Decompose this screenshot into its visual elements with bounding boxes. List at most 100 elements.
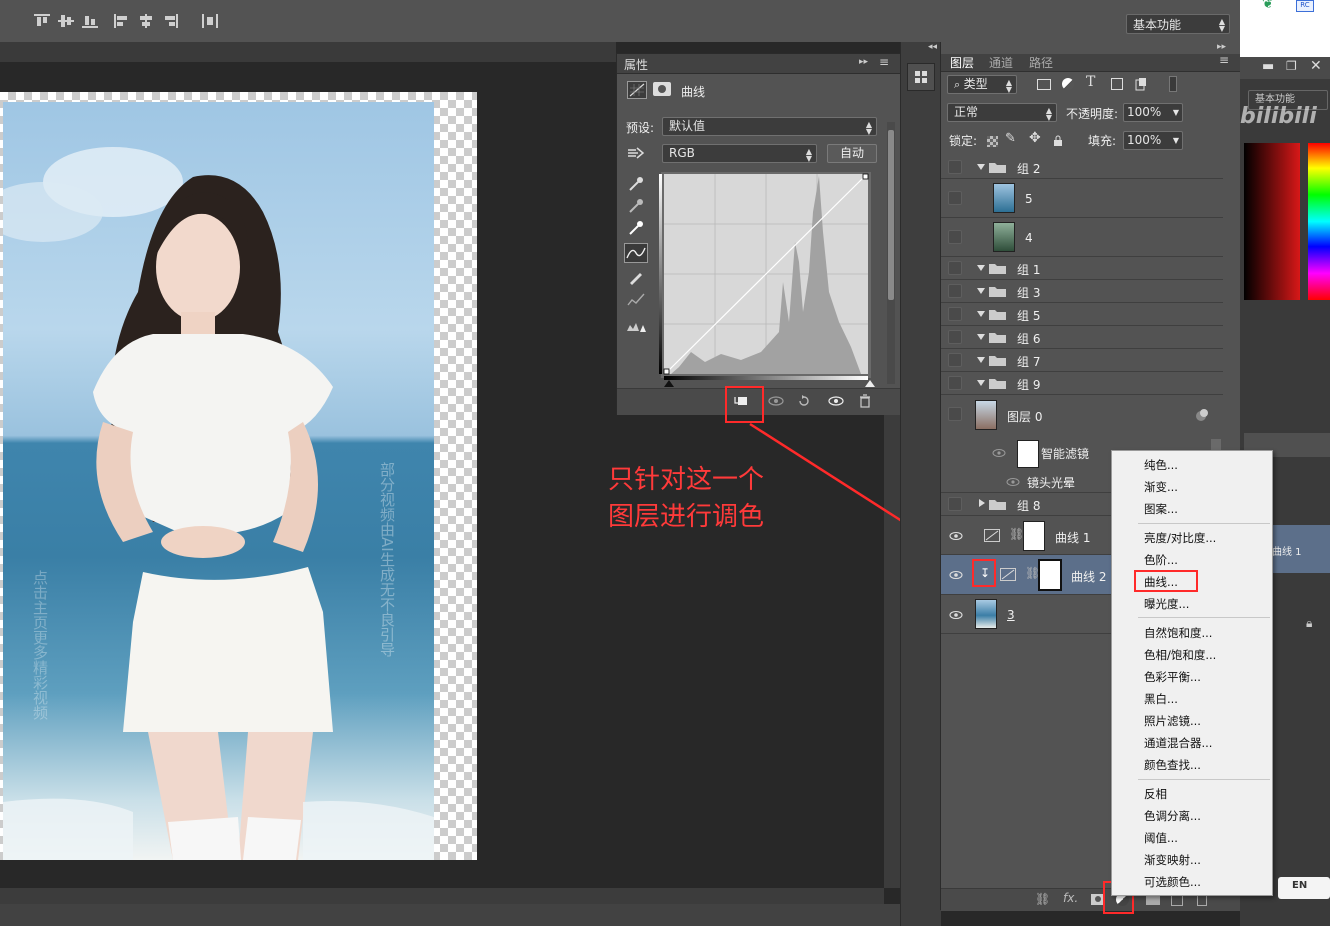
curves-graph[interactable] (659, 172, 871, 380)
lock-all-icon[interactable] (1053, 135, 1063, 146)
menu-item-invert[interactable]: 反相 (1144, 786, 1167, 802)
layer-row[interactable]: 5 (941, 179, 1223, 218)
menu-item-brightness-contrast[interactable]: 亮度/对比度... (1144, 530, 1216, 546)
blend-mode-select[interactable]: 正常 ▲ ▼ (947, 103, 1057, 122)
pencil-draw-icon[interactable] (626, 268, 646, 286)
eye-icon[interactable] (1005, 477, 1021, 487)
eye-icon[interactable] (948, 531, 964, 541)
layer-row[interactable]: 组 2 (941, 154, 1223, 179)
menu-item-posterize[interactable]: 色调分离... (1144, 808, 1201, 824)
menu-item-black-white[interactable]: 黑白... (1144, 691, 1178, 707)
expand-arrow-icon[interactable] (977, 357, 985, 363)
menu-item-pattern[interactable]: 图案... (1144, 501, 1178, 517)
white-point-eyedropper-icon[interactable] (626, 219, 646, 237)
input-language-indicator[interactable]: EN (1278, 877, 1330, 899)
delete-adjustment-icon[interactable] (859, 394, 871, 408)
opacity-input[interactable]: 100% ▼ (1123, 103, 1183, 122)
expand-arrow-icon[interactable] (977, 311, 985, 317)
color-picker-field[interactable] (1244, 143, 1300, 300)
menu-item-levels[interactable]: 色阶... (1144, 552, 1178, 568)
minimize-icon[interactable]: ▬ (1262, 59, 1274, 74)
collapse-panel-icon[interactable]: ▸▸ (859, 57, 868, 67)
menu-item-color-balance[interactable]: 色彩平衡... (1144, 669, 1201, 685)
menu-item-color-lookup[interactable]: 颜色查找... (1144, 757, 1201, 773)
visibility-toggle[interactable] (948, 160, 962, 174)
menu-item-photo-filter[interactable]: 照片滤镜... (1144, 713, 1201, 729)
black-input-slider[interactable] (664, 380, 674, 387)
eye-icon[interactable] (948, 570, 964, 580)
link-icon[interactable]: ⛓ (1009, 527, 1024, 541)
visibility-toggle[interactable] (948, 497, 962, 511)
menu-item-exposure[interactable]: 曝光度... (1144, 596, 1189, 612)
link-layers-icon[interactable]: ⛓ (1035, 892, 1050, 906)
layer-row[interactable]: 组 6 (941, 326, 1223, 349)
smooth-curve-icon[interactable] (626, 291, 646, 309)
gray-point-eyedropper-icon[interactable] (626, 197, 646, 215)
visibility-toggle[interactable] (948, 330, 962, 344)
menu-item-solid-color[interactable]: 纯色... (1144, 457, 1178, 473)
layer-row[interactable]: 组 9 (941, 372, 1223, 395)
layer-mask-thumbnail[interactable] (1023, 521, 1045, 551)
auto-button[interactable]: 自动 (827, 144, 877, 163)
lock-transparency-icon[interactable] (987, 136, 998, 147)
visibility-toggle[interactable] (948, 261, 962, 275)
layers-menu-icon[interactable]: ≡ (1219, 53, 1229, 67)
expand-arrow-icon[interactable] (977, 380, 985, 386)
toggle-visibility-icon[interactable] (827, 395, 845, 407)
lock-pixels-icon[interactable]: ✎ (1005, 131, 1016, 146)
collapse-layers-icon[interactable]: ▸▸ (1217, 42, 1226, 52)
layer-row[interactable]: 组 1 (941, 257, 1223, 280)
clipping-warning-icon[interactable] (626, 317, 646, 335)
curve-edit-tool-icon[interactable] (624, 243, 648, 263)
menu-item-channel-mixer[interactable]: 通道混合器... (1144, 735, 1212, 751)
close-icon[interactable]: ✕ (1310, 58, 1322, 74)
view-previous-state-icon[interactable] (767, 395, 785, 407)
menu-item-hue-saturation[interactable]: 色相/饱和度... (1144, 647, 1216, 663)
visibility-toggle[interactable] (948, 307, 962, 321)
visibility-toggle[interactable] (948, 284, 962, 298)
fx-icon[interactable]: fx. (1063, 891, 1078, 905)
filter-pixel-icon[interactable] (1037, 79, 1051, 90)
tab-paths[interactable]: 路径 (1029, 54, 1053, 71)
menu-item-gradient[interactable]: 渐变... (1144, 479, 1178, 495)
preset-select[interactable]: 默认值 ▲ ▼ (662, 117, 877, 136)
menu-item-selective-color[interactable]: 可选颜色... (1144, 874, 1201, 890)
visibility-toggle[interactable] (948, 407, 962, 421)
props-scrollbar[interactable] (887, 122, 895, 384)
properties-tab[interactable]: 属性 (624, 56, 648, 73)
expand-arrow-icon[interactable] (977, 288, 985, 294)
fill-input[interactable]: 100% ▼ (1123, 131, 1183, 150)
layer-row[interactable]: 组 5 (941, 303, 1223, 326)
menu-item-gradient-map[interactable]: 渐变映射... (1144, 852, 1201, 868)
eye-icon[interactable] (991, 448, 1007, 458)
visibility-toggle[interactable] (948, 353, 962, 367)
expand-arrow-icon[interactable] (977, 265, 985, 271)
collapse-dock-icon[interactable]: ◂◂ (928, 42, 937, 52)
layer-row[interactable]: 组 3 (941, 280, 1223, 303)
tab-layers[interactable]: 图层 (950, 54, 974, 71)
filter-toggle-switch[interactable] (1169, 76, 1177, 92)
hue-slider[interactable] (1308, 143, 1330, 300)
expand-arrow-icon[interactable] (977, 164, 985, 170)
reset-adjustment-icon[interactable] (797, 394, 811, 408)
visibility-toggle[interactable] (948, 230, 962, 244)
panel-menu-icon[interactable]: ≡ (879, 55, 889, 69)
layer-row[interactable]: 图层 0 (941, 395, 1223, 435)
lock-position-icon[interactable]: ✥ (1029, 130, 1041, 146)
filter-kind-select[interactable]: ⌕ 类型 ▲ ▼ (947, 75, 1017, 94)
hand-target-adjust-icon[interactable] (626, 144, 646, 162)
visibility-toggle[interactable] (948, 191, 962, 205)
white-input-slider[interactable] (865, 380, 875, 387)
mask-icon[interactable] (653, 82, 671, 96)
filter-shape-icon[interactable] (1111, 78, 1123, 90)
layer-row[interactable]: 组 7 (941, 349, 1223, 372)
visibility-toggle[interactable] (948, 376, 962, 390)
filter-adjustment-icon[interactable] (1062, 78, 1074, 90)
layer-mask-thumbnail[interactable] (1038, 559, 1062, 591)
restore-icon[interactable]: ❐ (1286, 59, 1297, 73)
black-point-eyedropper-icon[interactable] (626, 175, 646, 193)
channel-select[interactable]: RGB ▲ ▼ (662, 144, 817, 163)
menu-item-threshold[interactable]: 阈值... (1144, 830, 1178, 846)
layer-row[interactable]: 4 (941, 218, 1223, 257)
tab-channels[interactable]: 通道 (989, 54, 1013, 71)
